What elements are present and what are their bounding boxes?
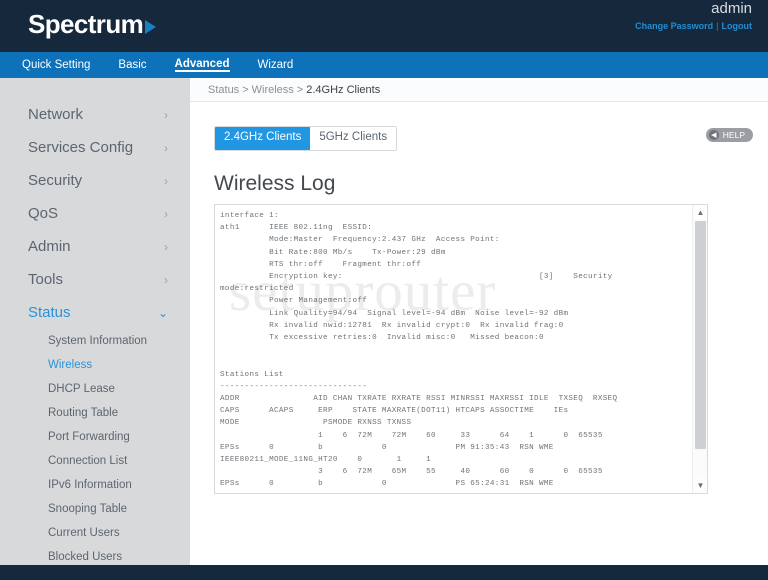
nav-item-basic[interactable]: Basic — [118, 59, 146, 72]
chevron-right-icon: › — [164, 140, 168, 155]
sidebar-item-snooping-table[interactable]: Snooping Table — [0, 497, 190, 521]
change-password-link[interactable]: Change Password — [635, 21, 713, 31]
logout-link[interactable]: Logout — [722, 21, 753, 31]
sidebar-item-blocked-users[interactable]: Blocked Users — [0, 545, 190, 565]
page-title: Wireless Log — [214, 172, 336, 195]
breadcrumb-wireless[interactable]: Wireless — [252, 84, 294, 96]
tab-5ghz-clients[interactable]: 5GHz Clients — [310, 127, 397, 150]
breadcrumb: Status > Wireless >2.4GHz Clients — [208, 84, 380, 96]
main-content: Status > Wireless >2.4GHz Clients 2.4GHz Cl… — [190, 78, 768, 565]
sidebar-item-network[interactable]: Network › — [0, 98, 190, 131]
header-link-separator: | — [716, 21, 719, 31]
sidebar-item-tools[interactable]: Tools › — [0, 263, 190, 296]
client-band-tabgroup: 2.4GHz Clients 5GHz Clients — [214, 126, 398, 151]
breadcrumb-bar: Status > Wireless >2.4GHz Clients — [190, 78, 768, 102]
sidebar-item-label: Services Config — [28, 139, 134, 156]
sidebar-item-security[interactable]: Security › — [0, 164, 190, 197]
breadcrumb-separator: > — [296, 83, 304, 96]
scrollbar-thumb[interactable] — [695, 221, 706, 449]
chevron-right-icon: › — [164, 173, 168, 188]
help-button-label: HELP — [722, 130, 745, 140]
chevron-right-icon: › — [164, 239, 168, 254]
help-arrow-icon: ◀ — [708, 130, 719, 140]
sidebar-item-port-forwarding[interactable]: Port Forwarding — [0, 425, 190, 449]
sidebar-item-connection-list[interactable]: Connection List — [0, 449, 190, 473]
help-button[interactable]: ◀ HELP — [705, 128, 753, 142]
chevron-down-icon: ⌄ — [157, 305, 168, 320]
sidebar-item-ipv6-information[interactable]: IPv6 Information — [0, 473, 190, 497]
scroll-up-arrow-icon[interactable]: ▲ — [693, 205, 707, 220]
nav-item-wizard[interactable]: Wizard — [258, 59, 294, 72]
sidebar-item-system-information[interactable]: System Information — [0, 329, 190, 353]
log-vertical-scrollbar[interactable]: ▲ ▼ — [692, 205, 707, 493]
spectrum-logo[interactable]: Spectrum — [28, 6, 157, 42]
breadcrumb-current: 2.4GHz Clients — [306, 83, 381, 96]
current-user-label: admin — [711, 0, 752, 17]
sidebar-item-wireless[interactable]: Wireless — [0, 353, 190, 377]
router-admin-page: Spectrum admin Change Password | Logout Qu… — [0, 0, 768, 580]
tab-24ghz-clients[interactable]: 2.4GHz Clients — [215, 127, 311, 150]
wireless-log-text: interface 1: ath1 IEEE 802.11ng ESSID: M… — [220, 212, 618, 493]
sidebar-item-qos[interactable]: QoS › — [0, 197, 190, 230]
sidebar-item-label: Admin — [28, 238, 71, 255]
chevron-right-icon: › — [164, 206, 168, 221]
sidebar-item-status[interactable]: Status ⌄ — [0, 296, 190, 329]
logo-text: Spectrum — [28, 9, 144, 39]
top-header: Spectrum admin Change Password | Logout — [0, 0, 768, 52]
breadcrumb-separator: > — [242, 83, 249, 96]
chevron-right-icon: › — [164, 272, 168, 287]
sidebar-item-label: QoS — [28, 205, 59, 222]
main-navigation-bar: Quick Setting Basic Advanced Wizard — [0, 52, 768, 78]
sidebar-item-label: Security — [28, 172, 83, 189]
scroll-down-arrow-icon[interactable]: ▼ — [693, 478, 707, 493]
nav-item-quick-setting[interactable]: Quick Setting — [22, 59, 90, 72]
tabs-row: 2.4GHz Clients 5GHz Clients ◀ HELP — [190, 126, 768, 151]
sidebar-item-label: Network — [28, 106, 84, 123]
sidebar: Network › Services Config › Security › Q… — [0, 78, 190, 565]
breadcrumb-status[interactable]: Status — [208, 84, 239, 96]
wireless-log-scroll-area[interactable]: setuprouter interface 1: ath1 IEEE 802.1… — [215, 205, 693, 493]
sidebar-item-label: Status — [28, 304, 71, 321]
page-footer — [0, 565, 768, 580]
sidebar-item-label: Tools — [28, 271, 64, 288]
sidebar-item-current-users[interactable]: Current Users — [0, 521, 190, 545]
logo-arrow-icon — [145, 19, 157, 34]
chevron-right-icon: › — [164, 107, 168, 122]
sidebar-item-admin[interactable]: Admin › — [0, 230, 190, 263]
wireless-log-panel: setuprouter interface 1: ath1 IEEE 802.1… — [214, 204, 708, 494]
sidebar-item-routing-table[interactable]: Routing Table — [0, 401, 190, 425]
header-account-links: Change Password | Logout — [635, 21, 752, 31]
nav-item-advanced[interactable]: Advanced — [174, 58, 230, 72]
sidebar-item-dhcp-lease[interactable]: DHCP Lease — [0, 377, 190, 401]
sidebar-item-services-config[interactable]: Services Config › — [0, 131, 190, 164]
